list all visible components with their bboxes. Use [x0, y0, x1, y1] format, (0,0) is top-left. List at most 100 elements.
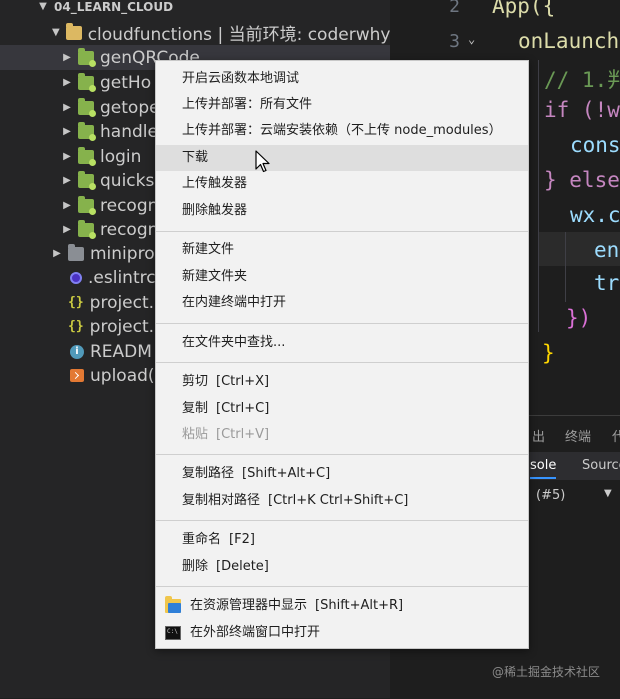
- menu-separator: [156, 454, 528, 455]
- menu-item-delete-trigger[interactable]: 删除触发器: [156, 198, 528, 224]
- line-number: 2: [449, 0, 460, 17]
- code-line: onLaunch: [518, 29, 620, 53]
- menu-item-reveal-in-explorer[interactable]: 在资源管理器中显示 [Shift+Alt+R]: [156, 593, 528, 619]
- chevron-down-icon: ▼: [52, 27, 60, 38]
- eslint-file-icon: [70, 271, 82, 284]
- cloud-function-folder-icon: [78, 219, 96, 239]
- folder-open-icon: [165, 596, 181, 613]
- cloud-function-folder-icon: [78, 97, 96, 117]
- context-menu: 开启云函数本地调试 上传并部署：所有文件 上传并部署：云端安装依赖（不上传 no…: [155, 60, 529, 649]
- menu-item-label: 复制: [182, 401, 209, 416]
- chevron-right-icon: ▶: [63, 224, 71, 235]
- tree-item-label: recogn: [100, 219, 159, 240]
- devtools-tab-sources[interactable]: Source: [582, 458, 620, 473]
- tree-item-label: READM: [90, 341, 152, 362]
- mouse-cursor-icon: [255, 150, 270, 173]
- indent-guide: [565, 232, 566, 302]
- chevron-right-icon: ▶: [63, 102, 71, 113]
- code-line: }: [542, 341, 555, 365]
- cloud-function-folder-icon: [78, 170, 96, 190]
- menu-separator: [156, 520, 528, 521]
- menu-item-new-folder[interactable]: 新建文件夹: [156, 264, 528, 290]
- devtools-tab-console[interactable]: sole: [530, 458, 557, 479]
- tree-item-label: cloudfunctions | 当前环境: coderwhy: [87, 25, 390, 45]
- code-line: } else: [544, 168, 620, 192]
- cloud-function-folder-icon: [78, 47, 96, 67]
- menu-item-label: 在内建终端中打开: [182, 295, 287, 310]
- menu-item-label: 开启云函数本地调试: [182, 71, 300, 86]
- menu-item-label: 上传并部署：云端安装依赖（不上传 node_modules）: [182, 123, 502, 138]
- menu-item-new-file[interactable]: 新建文件: [156, 237, 528, 263]
- chevron-right-icon: ▶: [63, 77, 71, 88]
- menu-item-download[interactable]: 下载: [156, 145, 528, 171]
- panel-tab-code[interactable]: 代: [612, 426, 620, 445]
- json-file-icon: {}: [68, 319, 84, 334]
- menu-item-copy[interactable]: 复制 [Ctrl+C]: [156, 396, 528, 422]
- menu-item-label: 重命名: [182, 532, 222, 547]
- menu-item-shortcut: [Ctrl+X]: [216, 374, 270, 389]
- tree-item-label: getope: [100, 97, 160, 118]
- menu-item-label: 上传并部署：所有文件: [182, 97, 313, 112]
- fold-chevron-icon[interactable]: ⌄: [468, 32, 475, 46]
- chevron-right-icon: ▶: [53, 248, 61, 259]
- menu-item-label: 在资源管理器中显示: [190, 598, 308, 613]
- menu-item-upload-all[interactable]: 上传并部署：所有文件: [156, 92, 528, 118]
- menu-item-shortcut: [Ctrl+C]: [216, 401, 270, 416]
- tree-item-label: upload(: [90, 365, 155, 386]
- menu-item-label: 删除触发器: [182, 203, 248, 218]
- menu-item-open-external-terminal[interactable]: 在外部终端窗口中打开: [156, 620, 528, 646]
- menu-item-shortcut: [Ctrl+V]: [216, 427, 270, 442]
- context-value: (#5): [536, 488, 566, 503]
- code-line: }): [566, 306, 592, 330]
- cloud-function-folder-icon: [78, 72, 96, 92]
- menu-item-upload-trigger[interactable]: 上传触发器: [156, 171, 528, 197]
- menu-item-shortcut: [Ctrl+K Ctrl+Shift+C]: [268, 493, 409, 508]
- chevron-right-icon: ▶: [63, 200, 71, 211]
- menu-item-copy-relative-path[interactable]: 复制相对路径 [Ctrl+K Ctrl+Shift+C]: [156, 488, 528, 514]
- menu-item-label: 上传触发器: [182, 176, 248, 191]
- command-prompt-icon: [165, 626, 181, 640]
- menu-item-delete[interactable]: 删除 [Delete]: [156, 554, 528, 580]
- folder-icon: [68, 243, 84, 261]
- tree-item-label: handle: [100, 121, 158, 142]
- code-line: tr: [594, 271, 620, 295]
- menu-item-rename[interactable]: 重命名 [F2]: [156, 527, 528, 553]
- tree-item-cloudfunctions[interactable]: ▼ cloudfunctions | 当前环境: coderwhy: [0, 20, 390, 45]
- menu-item-find-in-folder[interactable]: 在文件夹中查找...: [156, 330, 528, 356]
- menu-item-label: 剪切: [182, 374, 209, 389]
- tree-item-label: recogn: [100, 195, 159, 216]
- chevron-right-icon: ▶: [63, 175, 71, 186]
- chevron-right-icon: ▶: [63, 151, 71, 162]
- panel-tab-output[interactable]: 出: [532, 426, 545, 445]
- menu-item-label: 在文件夹中查找...: [182, 335, 286, 350]
- tree-item-label: login: [100, 146, 142, 167]
- code-line: cons: [570, 133, 620, 157]
- menu-item-shortcut: [Shift+Alt+C]: [242, 466, 331, 481]
- menu-item-label: 粘贴: [182, 427, 209, 442]
- menu-item-label: 新建文件: [182, 242, 235, 257]
- menu-item-shortcut: [Delete]: [216, 559, 269, 574]
- folder-icon: [65, 22, 82, 40]
- explorer-root-header[interactable]: ▼ 04_LEARN_CLOUD: [0, 0, 390, 19]
- tree-item-label: project.: [89, 292, 155, 313]
- code-line: en: [594, 238, 620, 262]
- tree-item-label: quicks: [100, 170, 155, 191]
- menu-separator: [156, 231, 528, 232]
- code-line: App({: [492, 0, 556, 18]
- menu-item-cut[interactable]: 剪切 [Ctrl+X]: [156, 369, 528, 395]
- menu-item-local-debug[interactable]: 开启云函数本地调试: [156, 66, 528, 92]
- chevron-down-icon: ▼: [39, 1, 47, 12]
- menu-item-upload-cloud-install[interactable]: 上传并部署：云端安装依赖（不上传 node_modules）: [156, 118, 528, 144]
- dropdown-arrow-icon: ▼: [604, 488, 612, 499]
- tree-item-label: getHo: [100, 72, 152, 93]
- terminal-file-icon: [70, 369, 84, 382]
- menu-item-copy-path[interactable]: 复制路径 [Shift+Alt+C]: [156, 461, 528, 487]
- chevron-right-icon: ▶: [63, 126, 71, 137]
- menu-item-paste: 粘贴 [Ctrl+V]: [156, 422, 528, 448]
- tree-item-label: project.: [89, 316, 155, 337]
- menu-item-shortcut: [F2]: [229, 532, 255, 547]
- menu-item-label: 复制相对路径: [182, 493, 261, 508]
- menu-item-open-in-terminal[interactable]: 在内建终端中打开: [156, 290, 528, 316]
- panel-tab-terminal[interactable]: 终端: [565, 426, 591, 445]
- menu-item-label: 复制路径: [182, 466, 235, 481]
